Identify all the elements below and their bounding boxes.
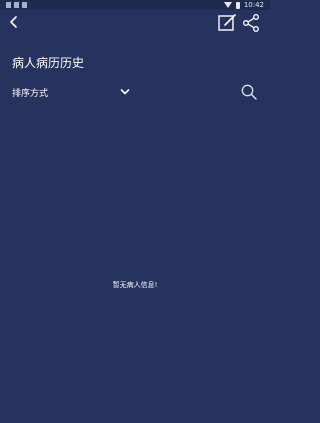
search-icon [241, 84, 257, 100]
share-icon [243, 14, 259, 32]
page-title: 病人病历历史 [12, 56, 85, 70]
toolbar [0, 10, 270, 36]
sort-label: 排序方式 [12, 88, 49, 99]
wifi-icon [223, 2, 232, 8]
edit-button[interactable] [217, 13, 237, 33]
back-button[interactable] [6, 14, 22, 30]
search-button[interactable] [240, 83, 258, 101]
empty-state-message: 暂无病人信息! [112, 281, 158, 289]
notification-icon [22, 2, 27, 8]
download-icon [14, 2, 19, 8]
sort-dropdown[interactable]: 排序方式 [12, 84, 130, 100]
notification-icon [6, 2, 11, 8]
system-status: 10:42 [223, 0, 264, 10]
status-bar: 10:42 [0, 0, 270, 10]
notification-icons [6, 0, 27, 10]
status-time: 10:42 [243, 1, 264, 9]
chevron-left-icon [10, 16, 17, 28]
chevron-down-icon [120, 89, 130, 95]
battery-icon [235, 1, 240, 9]
edit-icon [218, 14, 236, 31]
share-button[interactable] [241, 13, 261, 33]
